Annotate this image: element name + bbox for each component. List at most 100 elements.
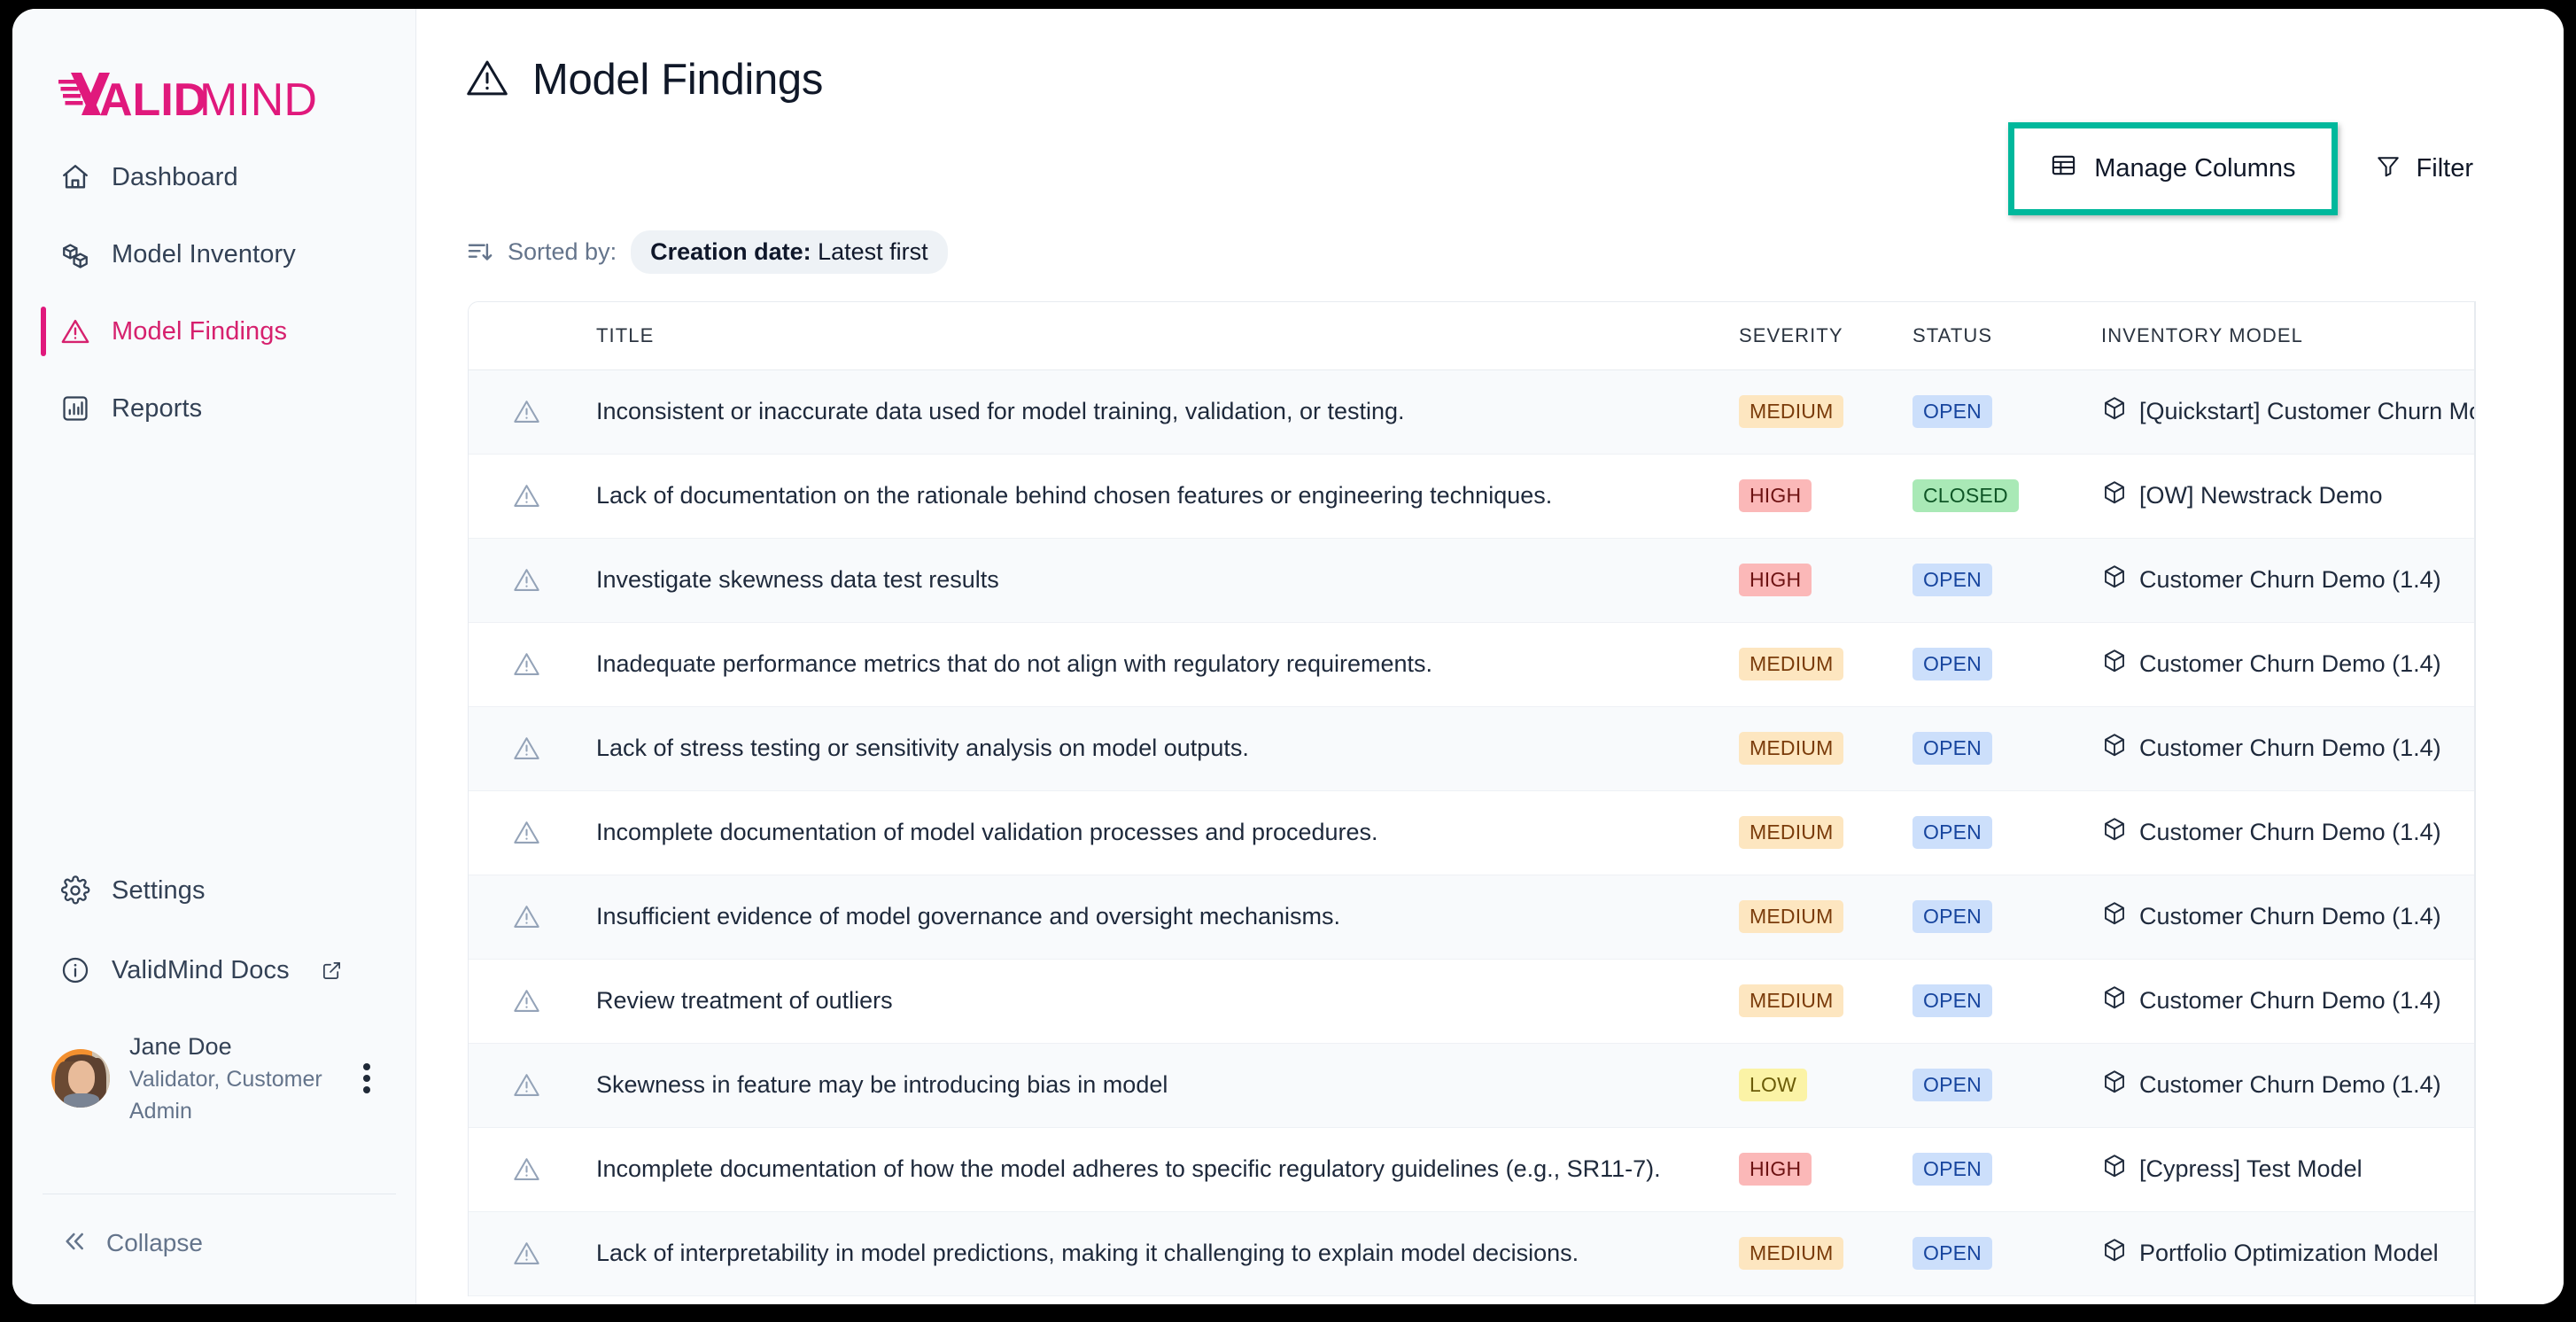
manage-columns-button[interactable]: Manage Columns	[2014, 128, 2331, 209]
table-row[interactable]: Review treatment of outliersMEDIUMOPENCu…	[469, 959, 2474, 1043]
inventory-model-label: Customer Churn Demo (1.4)	[2139, 650, 2441, 678]
column-header-inventory-model[interactable]: INVENTORY MODEL	[2091, 302, 2474, 369]
finding-inventory-model-cell[interactable]: [Quickstart] Customer Churn Mo	[2091, 369, 2474, 454]
finding-inventory-model-cell[interactable]: Customer Churn Demo (1.4)	[2091, 622, 2474, 706]
severity-badge: HIGH	[1739, 479, 1812, 512]
finding-inventory-model-cell[interactable]: Customer Churn Demo (1.4)	[2091, 538, 2474, 622]
finding-severity-icon-cell	[469, 1043, 584, 1127]
sidebar-item-model-findings[interactable]: Model Findings	[12, 305, 415, 358]
inventory-model-label: Portfolio Optimization Model	[2139, 1240, 2439, 1267]
table-header-row: TITLE SEVERITY STATUS INVENTORY MODEL	[469, 302, 2474, 369]
finding-title-link[interactable]: Lack of interpretability in model predic…	[596, 1240, 1579, 1266]
severity-badge: MEDIUM	[1739, 900, 1843, 933]
table-row[interactable]: Skewness in feature may be introducing b…	[469, 1043, 2474, 1127]
finding-title-link[interactable]: Review treatment of outliers	[596, 987, 893, 1014]
table-row[interactable]: Incomplete documentation of how the mode…	[469, 1127, 2474, 1211]
finding-inventory-model-cell[interactable]: Customer Churn Demo (1.4)	[2091, 875, 2474, 959]
sidebar-item-reports[interactable]: Reports	[12, 382, 415, 435]
finding-severity-cell: LOW	[1726, 1043, 1904, 1127]
inventory-model-label: Customer Churn Demo (1.4)	[2139, 819, 2441, 846]
finding-title-link[interactable]: Incomplete documentation of model valida…	[596, 819, 1378, 845]
table-row[interactable]: Inadequate performance metrics that do n…	[469, 622, 2474, 706]
finding-inventory-model-cell[interactable]: Customer Churn Demo (1.4)	[2091, 790, 2474, 875]
finding-inventory-model-cell[interactable]: Customer Churn Demo (1.4)	[2091, 959, 2474, 1043]
finding-title-link[interactable]: Skewness in feature may be introducing b…	[596, 1071, 1168, 1098]
finding-inventory-model-cell[interactable]: [Cypress] Test Model	[2091, 1127, 2474, 1211]
finding-title-link[interactable]: Inconsistent or inaccurate data used for…	[596, 398, 1405, 424]
finding-title-cell[interactable]: Insufficient evidence of model governanc…	[584, 875, 1726, 959]
finding-title-link[interactable]: Investigate skewness data test results	[596, 566, 999, 593]
table-row[interactable]: Inconsistent or inaccurate data used for…	[469, 369, 2474, 454]
cube-icon	[2101, 1237, 2128, 1270]
finding-inventory-model-cell[interactable]: [OW] Newstrack Demo	[2091, 454, 2474, 538]
finding-title-link[interactable]: Lack of stress testing or sensitivity an…	[596, 735, 1249, 761]
finding-severity-icon-cell	[469, 706, 584, 790]
finding-severity-icon-cell	[469, 454, 584, 538]
table-row[interactable]: Insufficient evidence of model governanc…	[469, 875, 2474, 959]
severity-badge: MEDIUM	[1739, 648, 1843, 680]
warning-triangle-icon	[512, 825, 541, 840]
column-header-status[interactable]: STATUS	[1904, 302, 2091, 369]
sidebar-item-dashboard[interactable]: Dashboard	[12, 151, 415, 204]
warning-triangle-icon	[465, 56, 509, 105]
column-header-severity[interactable]: SEVERITY	[1726, 302, 1904, 369]
table-row[interactable]: Incomplete documentation of model valida…	[469, 790, 2474, 875]
table-header: TITLE SEVERITY STATUS INVENTORY MODEL	[469, 302, 2474, 369]
table-row[interactable]: Investigate skewness data test resultsHI…	[469, 538, 2474, 622]
collapse-sidebar-button[interactable]: Collapse	[12, 1219, 203, 1267]
finding-severity-icon-cell	[469, 875, 584, 959]
warning-triangle-icon	[512, 1077, 541, 1093]
status-badge: OPEN	[1913, 564, 1992, 596]
sort-control: Sorted by: Creation date: Latest first	[466, 230, 948, 274]
external-link-icon	[322, 960, 342, 981]
sort-descending-icon	[466, 238, 493, 266]
finding-title-cell[interactable]: Incomplete documentation of model valida…	[584, 790, 1726, 875]
finding-title-link[interactable]: Insufficient evidence of model governanc…	[596, 903, 1340, 929]
table-row[interactable]: Lack of interpretability in model predic…	[469, 1211, 2474, 1295]
sidebar-item-model-inventory[interactable]: Model Inventory	[12, 228, 415, 281]
severity-badge: MEDIUM	[1739, 395, 1843, 428]
finding-title-cell[interactable]: Incomplete documentation of how the mode…	[584, 1127, 1726, 1211]
warning-triangle-icon	[58, 315, 92, 348]
finding-title-cell[interactable]: Investigate skewness data test results	[584, 538, 1726, 622]
validmind-logo[interactable]: ALID MIND	[58, 71, 324, 122]
status-badge: OPEN	[1913, 1237, 1992, 1270]
kebab-menu-icon[interactable]	[353, 1058, 380, 1099]
finding-severity-cell: MEDIUM	[1726, 369, 1904, 454]
column-header-title[interactable]: TITLE	[584, 302, 1726, 369]
finding-title-cell[interactable]: Review treatment of outliers	[584, 959, 1726, 1043]
bar-chart-icon	[58, 392, 92, 425]
table-row[interactable]: Lack of documentation on the rationale b…	[469, 454, 2474, 538]
inventory-model-label: [OW] Newstrack Demo	[2139, 482, 2383, 509]
finding-title-cell[interactable]: Inadequate performance metrics that do n…	[584, 622, 1726, 706]
status-badge: OPEN	[1913, 816, 1992, 849]
sidebar-item-settings[interactable]: Settings	[12, 864, 415, 917]
finding-severity-cell: MEDIUM	[1726, 790, 1904, 875]
finding-severity-icon-cell	[469, 622, 584, 706]
finding-title-cell[interactable]: Inconsistent or inaccurate data used for…	[584, 369, 1726, 454]
finding-inventory-model-cell[interactable]: Customer Churn Demo (1.4)	[2091, 706, 2474, 790]
finding-title-link[interactable]: Lack of documentation on the rationale b…	[596, 482, 1552, 509]
sort-chip[interactable]: Creation date: Latest first	[631, 230, 948, 274]
finding-title-link[interactable]: Incomplete documentation of how the mode…	[596, 1155, 1661, 1182]
finding-inventory-model-cell[interactable]: Portfolio Optimization Model	[2091, 1211, 2474, 1295]
finding-title-cell[interactable]: Lack of documentation on the rationale b…	[584, 454, 1726, 538]
sidebar-item-validmind-docs[interactable]: ValidMind Docs	[12, 944, 415, 997]
findings-table: TITLE SEVERITY STATUS INVENTORY MODEL In…	[469, 302, 2474, 1296]
finding-inventory-model-cell[interactable]: Customer Churn Demo (1.4)	[2091, 1043, 2474, 1127]
finding-title-cell[interactable]: Lack of stress testing or sensitivity an…	[584, 706, 1726, 790]
funnel-icon	[2375, 152, 2401, 186]
table-row[interactable]: Lack of stress testing or sensitivity an…	[469, 706, 2474, 790]
user-text: Jane Doe Validator, Customer Admin	[129, 1030, 334, 1127]
user-profile[interactable]: Jane Doe Validator, Customer Admin	[12, 1030, 415, 1127]
finding-title-cell[interactable]: Skewness in feature may be introducing b…	[584, 1043, 1726, 1127]
cube-icon	[2101, 1153, 2128, 1186]
finding-title-cell[interactable]: Lack of interpretability in model predic…	[584, 1211, 1726, 1295]
finding-severity-icon-cell	[469, 538, 584, 622]
filter-button[interactable]: Filter	[2338, 129, 2489, 209]
finding-severity-cell: MEDIUM	[1726, 1211, 1904, 1295]
column-header-icon[interactable]	[469, 302, 584, 369]
finding-title-link[interactable]: Inadequate performance metrics that do n…	[596, 650, 1432, 677]
sidebar-item-label: ValidMind Docs	[112, 956, 290, 985]
severity-badge: HIGH	[1739, 1153, 1812, 1186]
